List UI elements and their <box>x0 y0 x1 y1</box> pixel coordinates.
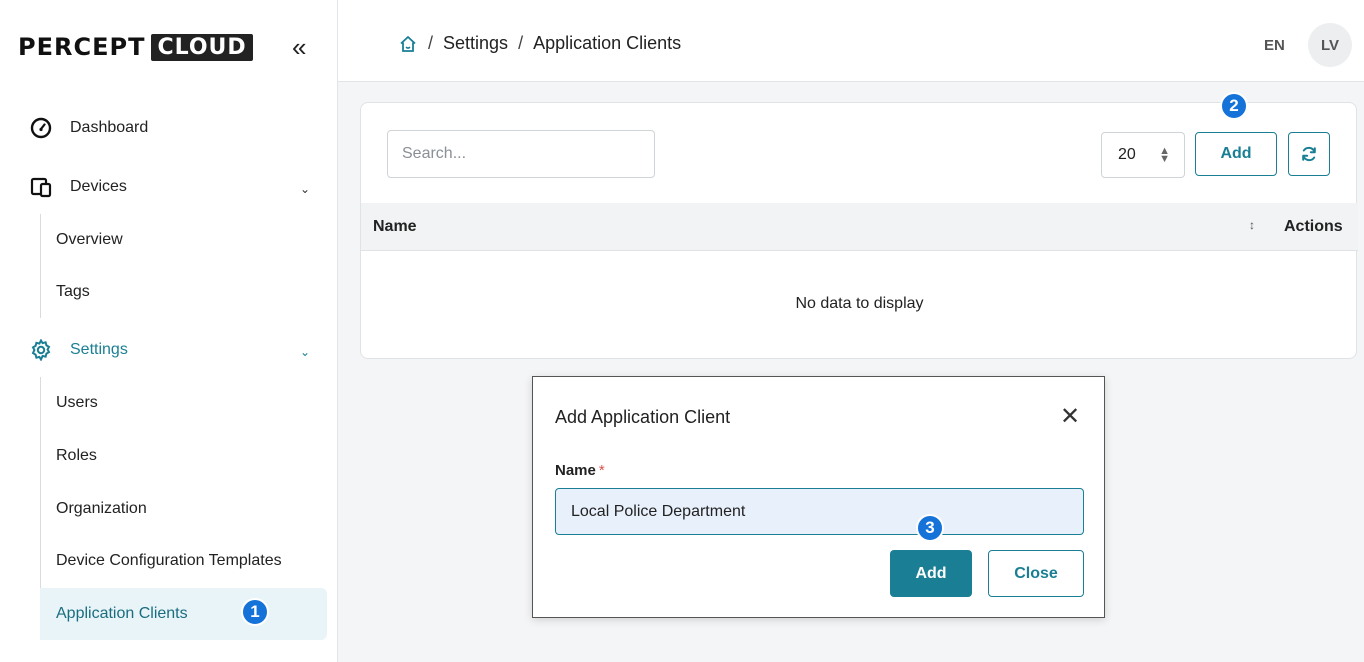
name-field[interactable] <box>555 488 1084 535</box>
column-header-name[interactable]: Name <box>373 218 417 236</box>
column-header-actions: Actions <box>1284 218 1343 235</box>
sidebar-item-label: Application Clients <box>56 605 188 622</box>
sidebar-item-users[interactable]: Users <box>40 377 327 429</box>
sidebar-item-application-clients[interactable]: Application Clients <box>40 588 327 640</box>
language-selector[interactable]: EN <box>1264 37 1285 54</box>
add-button[interactable]: Add <box>1195 132 1277 176</box>
step-badge-2: 2 <box>1220 92 1248 120</box>
search-input[interactable] <box>387 130 655 178</box>
logo-text-cloud: CLOUD <box>151 33 253 61</box>
sidebar-item-devices[interactable]: Devices <box>30 176 127 198</box>
sidebar-item-label: Devices <box>70 178 127 195</box>
dialog-title: Add Application Client <box>555 407 731 427</box>
breadcrumb-separator: / <box>518 33 524 53</box>
empty-state-text: No data to display <box>795 295 924 312</box>
sidebar-item-dashboard[interactable]: Dashboard <box>30 117 148 139</box>
gear-icon <box>30 339 52 361</box>
sidebar: PERCEPT CLOUD « Dashboard Devices ⌄ Over… <box>0 0 338 662</box>
breadcrumb-application-clients: Application Clients <box>533 33 682 53</box>
step-badge-1: 1 <box>241 598 269 626</box>
dialog-close-button[interactable]: Close <box>988 550 1084 597</box>
updown-icon: ▲ ▼ <box>1159 145 1170 165</box>
top-bar: / Settings / Application Clients EN LV <box>338 0 1364 82</box>
sidebar-item-organization[interactable]: Organization <box>40 483 327 535</box>
sidebar-item-label: Dashboard <box>70 119 149 136</box>
dialog-add-button[interactable]: Add <box>890 550 972 597</box>
gauge-icon <box>30 117 52 139</box>
sidebar-item-overview[interactable]: Overview <box>40 214 327 266</box>
home-icon[interactable] <box>398 34 418 54</box>
close-icon[interactable]: ✕ <box>1060 405 1080 429</box>
logo-text-percept: PERCEPT <box>18 33 146 61</box>
sidebar-item-device-configuration-templates[interactable]: Device Configuration Templates <box>40 535 327 587</box>
breadcrumb-settings[interactable]: Settings <box>443 33 508 54</box>
page-size-value: 20 <box>1118 146 1136 163</box>
required-asterisk: * <box>598 462 605 479</box>
avatar[interactable]: LV <box>1308 23 1352 67</box>
percept-cloud-logo[interactable]: PERCEPT CLOUD <box>18 30 253 64</box>
name-label-text: Name <box>555 462 596 479</box>
table-header: Name ↕ Actions <box>361 203 1358 251</box>
name-field-label: Name * <box>555 462 605 479</box>
page-size-select[interactable]: 20 ▲ ▼ <box>1101 132 1185 178</box>
breadcrumb-separator: / <box>428 33 434 53</box>
step-badge-3: 3 <box>916 514 944 542</box>
sort-icon[interactable]: ↕ <box>1249 218 1255 232</box>
chevron-down-icon[interactable]: ⌄ <box>300 345 310 359</box>
add-application-client-dialog: Add Application Client ✕ Name* Add Close… <box>532 376 1105 618</box>
refresh-icon <box>1300 145 1318 163</box>
devices-icon <box>30 176 52 198</box>
breadcrumb: / Settings / Application Clients <box>398 33 681 54</box>
sidebar-item-roles[interactable]: Roles <box>40 430 327 482</box>
sidebar-item-label: Settings <box>70 341 128 358</box>
refresh-button[interactable] <box>1288 132 1330 176</box>
application-clients-card: 20 ▲▼ Add Name ↕ Actions No data to disp… <box>360 102 1358 359</box>
sidebar-item-tags[interactable]: Tags <box>40 266 327 318</box>
sidebar-item-settings[interactable]: Settings <box>30 339 128 361</box>
collapse-sidebar-button[interactable]: « <box>292 34 306 60</box>
chevron-down-icon[interactable]: ⌄ <box>300 182 310 196</box>
